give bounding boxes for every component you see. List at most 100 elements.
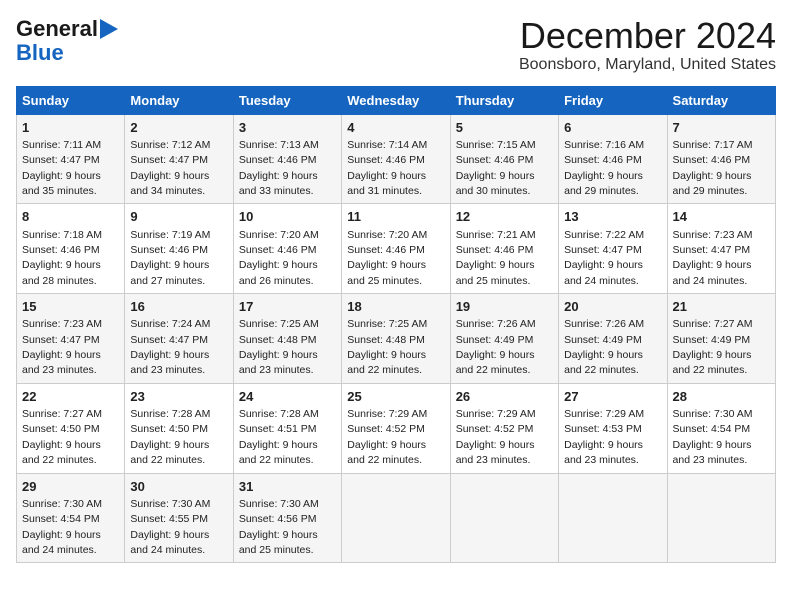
- calendar-cell: 28 Sunrise: 7:30 AM Sunset: 4:54 PM Dayl…: [667, 383, 775, 473]
- day-daylight: Daylight: 9 hours and 34 minutes.: [130, 170, 209, 197]
- calendar-week-row: 8 Sunrise: 7:18 AM Sunset: 4:46 PM Dayli…: [17, 204, 776, 294]
- calendar-cell: [342, 473, 450, 563]
- day-number: 30: [130, 478, 227, 496]
- day-number: 6: [564, 119, 661, 137]
- calendar-cell: 13 Sunrise: 7:22 AM Sunset: 4:47 PM Dayl…: [559, 204, 667, 294]
- calendar-cell: [450, 473, 558, 563]
- day-daylight: Daylight: 9 hours and 25 minutes.: [456, 259, 535, 286]
- day-number: 20: [564, 298, 661, 316]
- day-number: 28: [673, 388, 770, 406]
- day-number: 21: [673, 298, 770, 316]
- day-sunrise: Sunrise: 7:22 AM: [564, 229, 644, 241]
- day-daylight: Daylight: 9 hours and 22 minutes.: [239, 439, 318, 466]
- calendar-cell: 29 Sunrise: 7:30 AM Sunset: 4:54 PM Dayl…: [17, 473, 125, 563]
- day-daylight: Daylight: 9 hours and 28 minutes.: [22, 259, 101, 286]
- calendar-cell: 14 Sunrise: 7:23 AM Sunset: 4:47 PM Dayl…: [667, 204, 775, 294]
- day-sunset: Sunset: 4:46 PM: [347, 154, 425, 166]
- day-sunset: Sunset: 4:49 PM: [564, 334, 642, 346]
- calendar-week-row: 15 Sunrise: 7:23 AM Sunset: 4:47 PM Dayl…: [17, 294, 776, 384]
- day-sunset: Sunset: 4:46 PM: [673, 154, 751, 166]
- day-sunrise: Sunrise: 7:25 AM: [347, 318, 427, 330]
- col-header-sunday: Sunday: [17, 86, 125, 114]
- day-sunset: Sunset: 4:47 PM: [130, 154, 208, 166]
- day-number: 11: [347, 208, 444, 226]
- day-sunset: Sunset: 4:47 PM: [673, 244, 751, 256]
- col-header-monday: Monday: [125, 86, 233, 114]
- day-number: 18: [347, 298, 444, 316]
- day-number: 7: [673, 119, 770, 137]
- day-sunrise: Sunrise: 7:29 AM: [456, 408, 536, 420]
- day-sunrise: Sunrise: 7:27 AM: [22, 408, 102, 420]
- calendar-cell: 31 Sunrise: 7:30 AM Sunset: 4:56 PM Dayl…: [233, 473, 341, 563]
- day-sunset: Sunset: 4:47 PM: [130, 334, 208, 346]
- day-number: 5: [456, 119, 553, 137]
- day-sunset: Sunset: 4:46 PM: [456, 244, 534, 256]
- day-number: 31: [239, 478, 336, 496]
- day-sunset: Sunset: 4:47 PM: [564, 244, 642, 256]
- calendar-cell: 2 Sunrise: 7:12 AM Sunset: 4:47 PM Dayli…: [125, 114, 233, 204]
- day-sunset: Sunset: 4:46 PM: [347, 244, 425, 256]
- day-daylight: Daylight: 9 hours and 23 minutes.: [456, 439, 535, 466]
- calendar-cell: 22 Sunrise: 7:27 AM Sunset: 4:50 PM Dayl…: [17, 383, 125, 473]
- logo-arrow-icon: [100, 19, 118, 39]
- day-sunset: Sunset: 4:49 PM: [673, 334, 751, 346]
- day-sunset: Sunset: 4:46 PM: [22, 244, 100, 256]
- day-number: 1: [22, 119, 119, 137]
- day-number: 2: [130, 119, 227, 137]
- calendar-cell: 26 Sunrise: 7:29 AM Sunset: 4:52 PM Dayl…: [450, 383, 558, 473]
- day-sunset: Sunset: 4:46 PM: [130, 244, 208, 256]
- day-number: 4: [347, 119, 444, 137]
- day-daylight: Daylight: 9 hours and 24 minutes.: [564, 259, 643, 286]
- day-number: 8: [22, 208, 119, 226]
- calendar-cell: [667, 473, 775, 563]
- day-sunset: Sunset: 4:46 PM: [564, 154, 642, 166]
- calendar-cell: [559, 473, 667, 563]
- col-header-tuesday: Tuesday: [233, 86, 341, 114]
- day-sunrise: Sunrise: 7:28 AM: [130, 408, 210, 420]
- day-sunrise: Sunrise: 7:30 AM: [239, 498, 319, 510]
- day-sunrise: Sunrise: 7:20 AM: [239, 229, 319, 241]
- page-header: General Blue December 2024 Boonsboro, Ma…: [16, 16, 776, 74]
- day-daylight: Daylight: 9 hours and 23 minutes.: [564, 439, 643, 466]
- calendar-cell: 16 Sunrise: 7:24 AM Sunset: 4:47 PM Dayl…: [125, 294, 233, 384]
- calendar-subtitle: Boonsboro, Maryland, United States: [519, 56, 776, 74]
- day-sunrise: Sunrise: 7:15 AM: [456, 139, 536, 151]
- calendar-cell: 11 Sunrise: 7:20 AM Sunset: 4:46 PM Dayl…: [342, 204, 450, 294]
- calendar-week-row: 22 Sunrise: 7:27 AM Sunset: 4:50 PM Dayl…: [17, 383, 776, 473]
- calendar-table: SundayMondayTuesdayWednesdayThursdayFrid…: [16, 86, 776, 564]
- col-header-friday: Friday: [559, 86, 667, 114]
- calendar-cell: 12 Sunrise: 7:21 AM Sunset: 4:46 PM Dayl…: [450, 204, 558, 294]
- calendar-cell: 18 Sunrise: 7:25 AM Sunset: 4:48 PM Dayl…: [342, 294, 450, 384]
- day-number: 10: [239, 208, 336, 226]
- day-sunrise: Sunrise: 7:16 AM: [564, 139, 644, 151]
- col-header-saturday: Saturday: [667, 86, 775, 114]
- day-sunset: Sunset: 4:46 PM: [239, 244, 317, 256]
- day-number: 25: [347, 388, 444, 406]
- day-sunrise: Sunrise: 7:23 AM: [22, 318, 102, 330]
- day-number: 29: [22, 478, 119, 496]
- day-sunset: Sunset: 4:46 PM: [456, 154, 534, 166]
- calendar-cell: 21 Sunrise: 7:27 AM Sunset: 4:49 PM Dayl…: [667, 294, 775, 384]
- day-sunset: Sunset: 4:50 PM: [22, 423, 100, 435]
- calendar-week-row: 1 Sunrise: 7:11 AM Sunset: 4:47 PM Dayli…: [17, 114, 776, 204]
- day-sunset: Sunset: 4:54 PM: [673, 423, 751, 435]
- day-sunset: Sunset: 4:55 PM: [130, 513, 208, 525]
- day-number: 3: [239, 119, 336, 137]
- day-number: 26: [456, 388, 553, 406]
- day-daylight: Daylight: 9 hours and 25 minutes.: [239, 529, 318, 556]
- calendar-cell: 17 Sunrise: 7:25 AM Sunset: 4:48 PM Dayl…: [233, 294, 341, 384]
- day-sunset: Sunset: 4:47 PM: [22, 154, 100, 166]
- calendar-cell: 19 Sunrise: 7:26 AM Sunset: 4:49 PM Dayl…: [450, 294, 558, 384]
- calendar-cell: 3 Sunrise: 7:13 AM Sunset: 4:46 PM Dayli…: [233, 114, 341, 204]
- day-sunrise: Sunrise: 7:30 AM: [22, 498, 102, 510]
- calendar-cell: 5 Sunrise: 7:15 AM Sunset: 4:46 PM Dayli…: [450, 114, 558, 204]
- day-daylight: Daylight: 9 hours and 26 minutes.: [239, 259, 318, 286]
- day-daylight: Daylight: 9 hours and 24 minutes.: [673, 259, 752, 286]
- day-daylight: Daylight: 9 hours and 35 minutes.: [22, 170, 101, 197]
- day-sunset: Sunset: 4:50 PM: [130, 423, 208, 435]
- day-sunrise: Sunrise: 7:11 AM: [22, 139, 101, 151]
- day-daylight: Daylight: 9 hours and 30 minutes.: [456, 170, 535, 197]
- day-sunrise: Sunrise: 7:21 AM: [456, 229, 536, 241]
- day-number: 23: [130, 388, 227, 406]
- day-daylight: Daylight: 9 hours and 22 minutes.: [347, 349, 426, 376]
